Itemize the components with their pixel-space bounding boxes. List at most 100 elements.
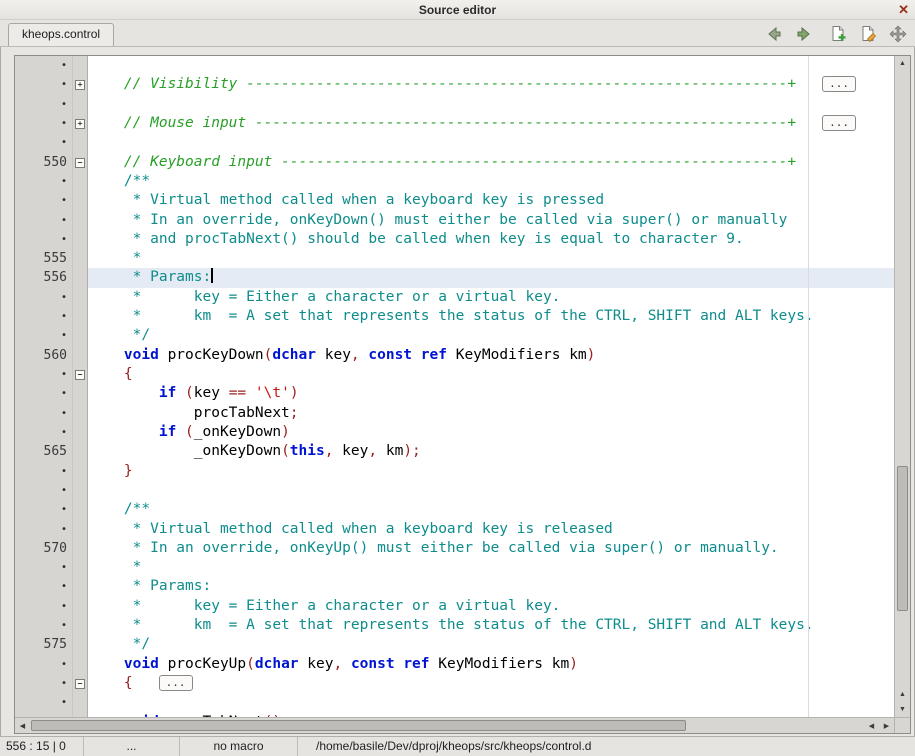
fold-column[interactable]: − bbox=[73, 674, 88, 693]
code-line[interactable]: • bbox=[15, 481, 894, 500]
horizontal-scrollbar[interactable]: ◀ ◀ ▶ bbox=[15, 717, 894, 733]
code-text[interactable]: { bbox=[88, 365, 894, 384]
line-dot[interactable]: • bbox=[15, 500, 73, 519]
code-line[interactable]: •− { bbox=[15, 365, 894, 384]
code-text[interactable]: {... bbox=[88, 674, 894, 693]
fold-column[interactable]: + bbox=[73, 114, 88, 133]
code-line[interactable]: 555 * bbox=[15, 249, 894, 268]
code-line[interactable]: • /** bbox=[15, 500, 894, 519]
code-line[interactable]: • bbox=[15, 95, 894, 114]
line-number[interactable]: 565 bbox=[15, 442, 73, 461]
scroll-right-button[interactable]: ▶ bbox=[879, 718, 894, 733]
code-line[interactable]: • if (key == '\t') bbox=[15, 384, 894, 403]
code-text[interactable]: */ bbox=[88, 326, 894, 345]
code-line[interactable]: 575 */ bbox=[15, 635, 894, 654]
code-text[interactable]: void procKeyDown(dchar key, const ref Ke… bbox=[88, 346, 894, 365]
edit-document-button[interactable] bbox=[858, 24, 877, 43]
code-text[interactable]: // Mouse input -------------------------… bbox=[88, 114, 894, 133]
close-button[interactable]: ✕ bbox=[898, 0, 909, 19]
line-dot[interactable]: • bbox=[15, 365, 73, 384]
line-dot[interactable]: • bbox=[15, 423, 73, 442]
add-document-button[interactable] bbox=[828, 24, 847, 43]
code-text[interactable]: // Keyboard input ----------------------… bbox=[88, 153, 894, 172]
code-text[interactable] bbox=[88, 56, 894, 75]
code-line[interactable]: • procTabNext; bbox=[15, 404, 894, 423]
folded-code-box[interactable]: ... bbox=[822, 76, 856, 92]
line-dot[interactable]: • bbox=[15, 384, 73, 403]
horizontal-scroll-thumb[interactable] bbox=[31, 720, 686, 731]
code-line[interactable]: • * Virtual method called when a keyboar… bbox=[15, 191, 894, 210]
line-number[interactable]: 555 bbox=[15, 249, 73, 268]
detach-button[interactable] bbox=[888, 24, 907, 43]
line-dot[interactable]: • bbox=[15, 114, 73, 133]
line-dot[interactable]: • bbox=[15, 597, 73, 616]
code-text[interactable]: * key = Either a character or a virtual … bbox=[88, 597, 894, 616]
line-dot[interactable]: • bbox=[15, 577, 73, 596]
line-dot[interactable]: • bbox=[15, 558, 73, 577]
scroll-left-button-2[interactable]: ◀ bbox=[864, 718, 879, 733]
code-line[interactable]: •+ // Visibility -----------------------… bbox=[15, 75, 894, 94]
fold-column[interactable]: + bbox=[73, 75, 88, 94]
code-line[interactable]: 570 * In an override, onKeyUp() must eit… bbox=[15, 539, 894, 558]
scroll-up-button-2[interactable]: ▲ bbox=[895, 687, 910, 702]
line-dot[interactable]: • bbox=[15, 655, 73, 674]
line-dot[interactable]: • bbox=[15, 133, 73, 152]
code-text[interactable]: /** bbox=[88, 172, 894, 191]
code-text[interactable]: * Virtual method called when a keyboard … bbox=[88, 191, 894, 210]
line-dot[interactable]: • bbox=[15, 75, 73, 94]
code-text[interactable]: if (key == '\t') bbox=[88, 384, 894, 403]
code-line[interactable]: • bbox=[15, 133, 894, 152]
code-text[interactable]: if (_onKeyDown) bbox=[88, 423, 894, 442]
code-line[interactable]: •+ // Mouse input ----------------------… bbox=[15, 114, 894, 133]
code-line[interactable]: •− {... bbox=[15, 674, 894, 693]
code-text[interactable] bbox=[88, 693, 894, 712]
code-text[interactable]: * km = A set that represents the status … bbox=[88, 616, 894, 635]
code-text[interactable]: /** bbox=[88, 500, 894, 519]
code-text[interactable]: } bbox=[88, 462, 894, 481]
code-text[interactable]: * key = Either a character or a virtual … bbox=[88, 288, 894, 307]
line-dot[interactable]: • bbox=[15, 307, 73, 326]
line-number[interactable]: 550 bbox=[15, 153, 73, 172]
line-dot[interactable]: • bbox=[15, 230, 73, 249]
code-line[interactable]: 556 * Params: bbox=[15, 268, 894, 287]
code-line[interactable]: 565 _onKeyDown(this, key, km); bbox=[15, 442, 894, 461]
code-line[interactable]: • * key = Either a character or a virtua… bbox=[15, 597, 894, 616]
code-text[interactable]: void procKeyUp(dchar key, const ref KeyM… bbox=[88, 655, 894, 674]
code-text[interactable]: * bbox=[88, 558, 894, 577]
code-line[interactable]: • * and procTabNext() should be called w… bbox=[15, 230, 894, 249]
line-dot[interactable]: • bbox=[15, 95, 73, 114]
code-line[interactable]: • * km = A set that represents the statu… bbox=[15, 616, 894, 635]
line-dot[interactable]: • bbox=[15, 56, 73, 75]
vertical-scrollbar[interactable]: ▲ ▲ ▼ bbox=[894, 56, 910, 717]
code-line[interactable]: • * Params: bbox=[15, 577, 894, 596]
line-dot[interactable]: • bbox=[15, 674, 73, 693]
scroll-left-button[interactable]: ◀ bbox=[15, 718, 30, 733]
line-dot[interactable]: • bbox=[15, 693, 73, 712]
code-text[interactable]: * Params: bbox=[88, 577, 894, 596]
code-line[interactable]: • bbox=[15, 693, 894, 712]
line-dot[interactable]: • bbox=[15, 326, 73, 345]
fold-column[interactable]: − bbox=[73, 365, 88, 384]
code-line[interactable]: • * In an override, onKeyDown() must eit… bbox=[15, 211, 894, 230]
code-text[interactable]: */ bbox=[88, 635, 894, 654]
fold-collapse-icon[interactable]: − bbox=[75, 158, 85, 168]
line-dot[interactable]: • bbox=[15, 481, 73, 500]
line-dot[interactable]: • bbox=[15, 520, 73, 539]
code-line[interactable]: 550− // Keyboard input -----------------… bbox=[15, 153, 894, 172]
line-dot[interactable]: • bbox=[15, 616, 73, 635]
fold-collapse-icon[interactable]: − bbox=[75, 679, 85, 689]
code-text[interactable]: * Params: bbox=[88, 268, 894, 287]
code-text[interactable]: * In an override, onKeyUp() must either … bbox=[88, 539, 894, 558]
line-number[interactable]: 575 bbox=[15, 635, 73, 654]
code-text[interactable]: procTabNext; bbox=[88, 404, 894, 423]
scroll-up-button[interactable]: ▲ bbox=[895, 56, 910, 71]
fold-expand-icon[interactable]: + bbox=[75, 80, 85, 90]
vertical-scroll-thumb[interactable] bbox=[897, 466, 908, 611]
line-number[interactable]: 556 bbox=[15, 268, 73, 287]
line-number[interactable]: 560 bbox=[15, 346, 73, 365]
code-line[interactable]: • /** bbox=[15, 172, 894, 191]
code-line[interactable]: • */ bbox=[15, 326, 894, 345]
forward-button[interactable] bbox=[794, 24, 813, 43]
code-text[interactable]: * In an override, onKeyDown() must eithe… bbox=[88, 211, 894, 230]
scroll-down-button[interactable]: ▼ bbox=[895, 702, 910, 717]
